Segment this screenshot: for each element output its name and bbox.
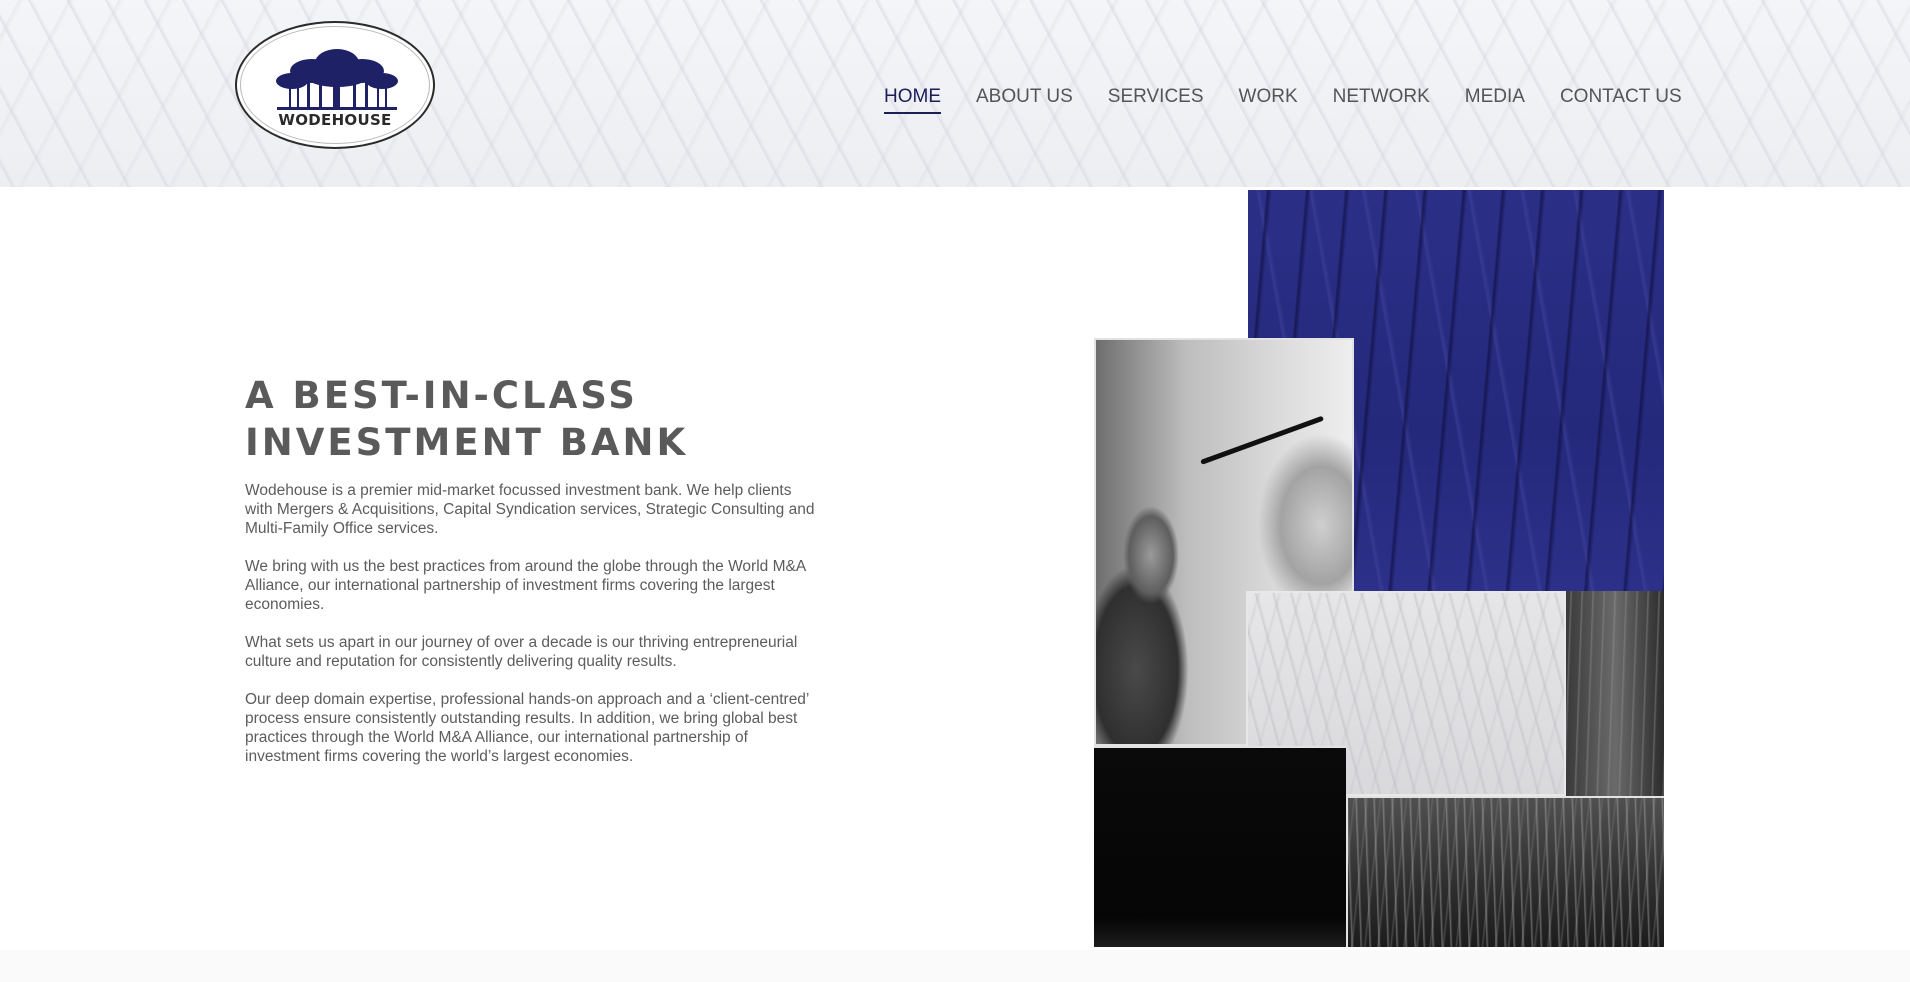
nav-item-work[interactable]: WORK: [1239, 86, 1298, 114]
nav-item-network[interactable]: NETWORK: [1333, 86, 1430, 114]
logo-wordmark: WODEHOUSE: [278, 111, 392, 129]
alliance-paragraph: We bring with us the best practices from…: [245, 558, 806, 613]
sculpting-tool-shape: [1200, 415, 1325, 465]
hero-headline-line2: INVESTMENT BANK: [245, 421, 689, 464]
hanging-roots-image: [1346, 796, 1664, 947]
main-nav: HOME ABOUT US SERVICES WORK NETWORK MEDI…: [884, 86, 1682, 114]
hero-headline: A BEST-IN-CLASS INVESTMENT BANK: [245, 372, 805, 466]
culture-paragraph: What sets us apart in our journey of ove…: [245, 634, 798, 670]
nav-item-about-us[interactable]: ABOUT US: [976, 86, 1073, 114]
footer-strip: [0, 950, 1910, 982]
nav-item-home[interactable]: HOME: [884, 86, 941, 114]
nav-item-media[interactable]: MEDIA: [1465, 86, 1525, 114]
expertise-paragraph: Our deep domain expertise, professional …: [245, 691, 809, 765]
hero-headline-line1: A BEST-IN-CLASS: [245, 374, 638, 417]
nav-item-services[interactable]: SERVICES: [1108, 86, 1204, 114]
banyan-tree-icon: [276, 49, 398, 110]
site-header: WODEHOUSE HOME ABOUT US SERVICES WORK NE…: [0, 0, 1910, 187]
nav-item-contact-us[interactable]: CONTACT US: [1560, 86, 1682, 114]
wodehouse-logo[interactable]: WODEHOUSE: [235, 21, 435, 149]
black-image-tile: [1094, 746, 1346, 947]
intro-paragraph: Wodehouse is a premier mid-market focuss…: [245, 482, 815, 537]
